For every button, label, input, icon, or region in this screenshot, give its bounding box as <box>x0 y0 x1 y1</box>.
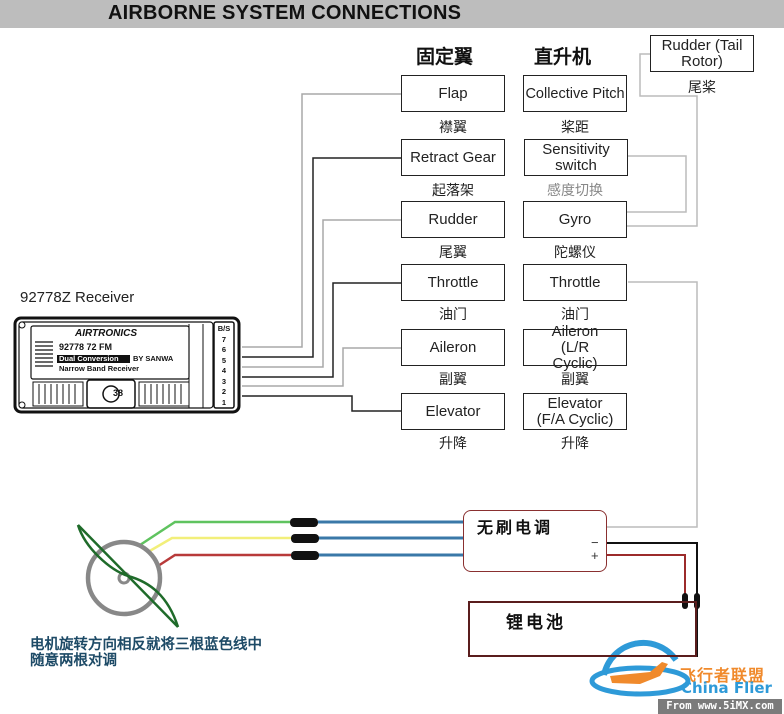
esc-plus-terminal: + <box>591 548 599 563</box>
port-2: 2 <box>221 387 227 396</box>
heli-throttle-cn: 油门 <box>561 307 589 323</box>
receiver-icon: AIRTRONICS 92778 72 FM Dual Conversion B… <box>13 316 241 414</box>
heli-throttle-box: Throttle <box>523 264 627 301</box>
heli-gyro-cn: 陀螺仪 <box>554 245 596 261</box>
fixed-wing-throttle-box: Throttle <box>401 264 505 301</box>
receiver-brand: AIRTRONICS <box>75 328 138 339</box>
tail-rotor-cn: 尾桨 <box>688 80 716 96</box>
heli-collective-pitch-cn: 桨距 <box>561 120 589 136</box>
wire-esc-positive <box>607 554 686 601</box>
wire-ch2-elevator <box>242 395 401 412</box>
port-6: 6 <box>221 345 227 354</box>
fixed-wing-flap-cn: 襟翼 <box>439 120 467 136</box>
heli-elevator-cn: 升降 <box>561 436 589 452</box>
bullet-connector-1 <box>290 518 318 527</box>
motor-wire-red <box>157 553 291 568</box>
heli-aileron-cn: 副翼 <box>561 372 589 388</box>
fixed-wing-aileron-cn: 副翼 <box>439 372 467 388</box>
motor-icon <box>85 539 163 617</box>
receiver-by: BY SANWA <box>133 354 174 363</box>
fixed-wing-retract-cn: 起落架 <box>432 183 474 199</box>
fixed-wing-rudder-box: Rudder <box>401 201 505 238</box>
heli-sensitivity-cn: 感度切换 <box>547 183 603 199</box>
fixed-wing-elevator-box: Elevator <box>401 393 505 430</box>
receiver-line1: Dual Conversion <box>59 354 119 363</box>
heli-collective-pitch-box: Collective Pitch <box>523 75 627 112</box>
fixed-wing-throttle-cn: 油门 <box>439 307 467 323</box>
fixed-wing-retract-box: Retract Gear <box>401 139 505 176</box>
receiver-port-labels: B/S 7 6 5 4 3 2 1 <box>215 324 233 408</box>
wire-ch6-retract <box>242 157 401 358</box>
receiver-line2: Narrow Band Receiver <box>59 364 140 373</box>
watermark-brand-en: China Flier <box>681 679 772 697</box>
port-4: 4 <box>221 366 227 375</box>
battery-box <box>468 601 697 657</box>
esc-label: 无刷电调 <box>477 518 554 537</box>
bullet-connector-2 <box>291 534 319 543</box>
heli-gyro-box: Gyro <box>523 201 627 238</box>
watermark-source: From www.5iMX.com <box>658 699 782 714</box>
receiver-channel-badge: 38 <box>112 388 124 398</box>
wire-ch4-throttle <box>242 282 401 378</box>
port-1: 1 <box>221 397 227 407</box>
wire-sensitivity-gyro <box>627 155 687 213</box>
motor-direction-note: 电机旋转方向相反就将三根蓝色线中随意两根对调 <box>30 637 262 669</box>
fixed-wing-aileron-box: Aileron <box>401 329 505 366</box>
port-bs: B/S <box>217 324 231 333</box>
fixed-wing-rudder-cn: 尾翼 <box>439 245 467 261</box>
receiver-label: 92778Z Receiver <box>20 289 135 306</box>
fixed-wing-flap-box: Flap <box>401 75 505 112</box>
heli-aileron-box: Aileron (L/R Cyclic) <box>523 323 627 371</box>
bullet-connector-3 <box>291 551 319 560</box>
fixed-wing-elevator-cn: 升降 <box>439 436 467 452</box>
receiver-model: 92778 72 FM <box>59 342 113 352</box>
heli-sensitivity-box: Sensitivity switch <box>524 139 628 176</box>
port-3: 3 <box>221 376 227 386</box>
heli-elevator-box: Elevator (F/A Cyclic) <box>523 393 627 430</box>
tail-rotor-box: Rudder (Tail Rotor) <box>650 35 754 72</box>
battery-label: 锂电池 <box>506 613 566 633</box>
wire-ch5-rudder <box>242 219 401 368</box>
motor-wire-yellow <box>147 536 291 554</box>
port-5: 5 <box>221 355 227 365</box>
motor-wire-green <box>139 520 290 547</box>
port-7: 7 <box>221 334 227 344</box>
